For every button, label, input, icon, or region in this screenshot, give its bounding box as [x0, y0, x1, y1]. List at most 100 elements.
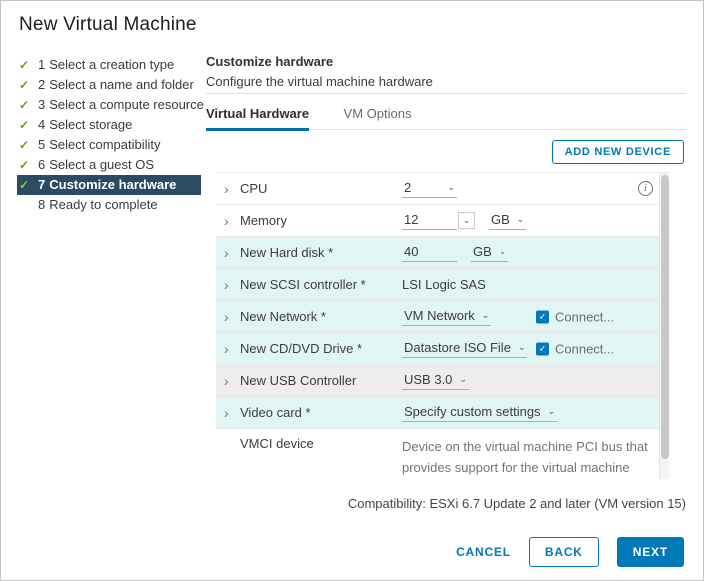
tab-virtual-hardware[interactable]: Virtual Hardware [206, 106, 309, 131]
expand-chevron-icon[interactable]: › [224, 182, 240, 196]
chevron-down-icon: ⌄ [482, 311, 490, 320]
step-select-name-folder[interactable]: ✓ 2 Select a name and folder [17, 75, 201, 95]
cancel-button[interactable]: CANCEL [456, 545, 511, 559]
step-number: 8 [38, 197, 45, 212]
expand-chevron-icon[interactable]: › [224, 406, 240, 420]
hw-row-label: Memory [240, 213, 402, 228]
back-button[interactable]: BACK [529, 537, 599, 567]
step-number: 3 [38, 97, 45, 112]
hw-row-new-usb-controller: › New USB Controller USB 3.0 ⌄ [216, 365, 669, 397]
expand-chevron-icon[interactable]: › [224, 310, 240, 324]
video-card-select[interactable]: Specify custom settings ⌄ [402, 403, 557, 422]
step-number: 6 [38, 157, 45, 172]
network-connect-checkbox[interactable]: ✓ [536, 310, 549, 323]
check-icon: ✓ [19, 155, 29, 175]
cd-dvd-connect-label[interactable]: Connect... [555, 341, 614, 356]
step-select-creation-type[interactable]: ✓ 1 Select a creation type [17, 55, 201, 75]
hw-row-label: Video card * [240, 405, 402, 420]
hw-row-label: New Hard disk * [240, 245, 402, 260]
hw-row-new-scsi-controller: › New SCSI controller * LSI Logic SAS [216, 269, 669, 301]
hw-row-new-cd-dvd-drive: › New CD/DVD Drive * Datastore ISO File … [216, 333, 669, 365]
table-scrollbar[interactable] [659, 173, 669, 479]
check-icon: ✓ [19, 55, 29, 75]
check-icon: ✓ [539, 343, 547, 354]
network-connect-label[interactable]: Connect... [555, 309, 614, 324]
memory-unit-value: GB [491, 212, 510, 227]
next-button[interactable]: NEXT [617, 537, 684, 567]
step-number: 7 [38, 177, 45, 192]
cd-dvd-value: Datastore ISO File [404, 340, 511, 355]
disk-size-input[interactable] [402, 243, 457, 262]
chevron-down-icon: ⌄ [518, 343, 526, 352]
check-icon: ✓ [539, 311, 547, 322]
wizard-steps: ✓ 1 Select a creation type ✓ 2 Select a na… [17, 55, 201, 215]
scrollbar-thumb[interactable] [661, 175, 669, 459]
usb-controller-select[interactable]: USB 3.0 ⌄ [402, 371, 469, 390]
new-vm-wizard-dialog: New Virtual Machine ✓ 1 Select a creation… [0, 0, 704, 581]
expand-chevron-icon[interactable]: › [224, 246, 240, 260]
memory-size-input[interactable] [402, 211, 457, 230]
hw-row-label: New CD/DVD Drive * [240, 341, 402, 356]
cd-dvd-connect-checkbox[interactable]: ✓ [536, 342, 549, 355]
tab-vm-options[interactable]: VM Options [344, 106, 412, 131]
disk-unit-select[interactable]: GB ⌄ [471, 243, 508, 262]
expand-chevron-icon[interactable]: › [224, 214, 240, 228]
step-number: 4 [38, 117, 45, 132]
memory-unit-select[interactable]: GB ⌄ [489, 211, 526, 230]
hw-row-memory: › Memory ⌄ GB ⌄ [216, 205, 669, 237]
hw-row-label: CPU [240, 181, 402, 196]
chevron-down-icon: ⌄ [499, 247, 507, 256]
chevron-down-icon: ⌄ [463, 216, 471, 225]
chevron-down-icon: ⌄ [447, 183, 455, 192]
section-heading: Customize hardware [206, 54, 333, 69]
step-ready-to-complete[interactable]: 8 Ready to complete [17, 195, 201, 215]
cpu-count-select[interactable]: 2 ⌄ [402, 179, 457, 198]
hw-row-cpu: › CPU 2 ⌄ i [216, 173, 669, 205]
page-title: New Virtual Machine [19, 14, 197, 36]
hardware-table: › CPU 2 ⌄ i › Memory ⌄ GB ⌄ › New Hard d… [216, 172, 669, 479]
hw-row-new-network: › New Network * VM Network ⌄ ✓ Connect..… [216, 301, 669, 333]
cd-dvd-connect-group: ✓ Connect... [536, 341, 614, 356]
video-card-value: Specify custom settings [404, 404, 541, 419]
step-select-guest-os[interactable]: ✓ 6Select a guest OS [17, 155, 201, 175]
cd-dvd-select[interactable]: Datastore ISO File ⌄ [402, 339, 527, 358]
check-icon: ✓ [19, 95, 29, 115]
step-label: Ready to complete [49, 197, 157, 212]
info-glyph: i [644, 183, 647, 194]
memory-suggestions-button[interactable]: ⌄ [458, 212, 475, 229]
step-select-compute-resource[interactable]: ✓ 3Select a compute resource [17, 95, 201, 115]
chevron-down-icon: ⌄ [517, 215, 525, 224]
chevron-down-icon: ⌄ [548, 407, 556, 416]
add-new-device-button[interactable]: ADD NEW DEVICE [552, 140, 684, 164]
hw-row-label: New Network * [240, 309, 402, 324]
step-label: Select a creation type [49, 57, 174, 72]
hw-row-label: VMCI device [240, 434, 402, 451]
step-number: 1 [38, 57, 45, 72]
compatibility-text: Compatibility: ESXi 6.7 Update 2 and lat… [206, 496, 686, 511]
hardware-tabs: Virtual Hardware VM Options [206, 105, 686, 130]
check-icon: ✓ [19, 175, 29, 195]
vmci-description: Device on the virtual machine PCI bus th… [402, 434, 653, 479]
step-label: Customize hardware [49, 177, 176, 192]
step-select-storage[interactable]: ✓ 4Select storage [17, 115, 201, 135]
hw-row-video-card: › Video card * Specify custom settings ⌄ [216, 397, 669, 429]
chevron-down-icon: ⌄ [459, 375, 467, 384]
check-icon: ✓ [19, 135, 29, 155]
step-number: 5 [38, 137, 45, 152]
expand-chevron-icon[interactable]: › [224, 342, 240, 356]
hw-row-vmci-device: VMCI device Device on the virtual machin… [216, 429, 669, 479]
hw-row-label: New SCSI controller * [240, 277, 402, 292]
check-icon: ✓ [19, 75, 29, 95]
step-select-compatibility[interactable]: ✓ 5 Select compatibility [17, 135, 201, 155]
section-subheading: Configure the virtual machine hardware [206, 74, 433, 89]
step-customize-hardware[interactable]: ✓ 7 Customize hardware [17, 175, 201, 195]
step-label: Select storage [49, 117, 132, 132]
expand-chevron-icon[interactable]: › [224, 278, 240, 292]
network-select[interactable]: VM Network ⌄ [402, 307, 491, 326]
step-label: Select compatibility [49, 137, 160, 152]
info-icon[interactable]: i [638, 181, 653, 196]
expand-chevron-icon[interactable]: › [224, 374, 240, 388]
step-number: 2 [38, 77, 45, 92]
step-label: Select a name and folder [49, 77, 194, 92]
network-value: VM Network [404, 308, 475, 323]
